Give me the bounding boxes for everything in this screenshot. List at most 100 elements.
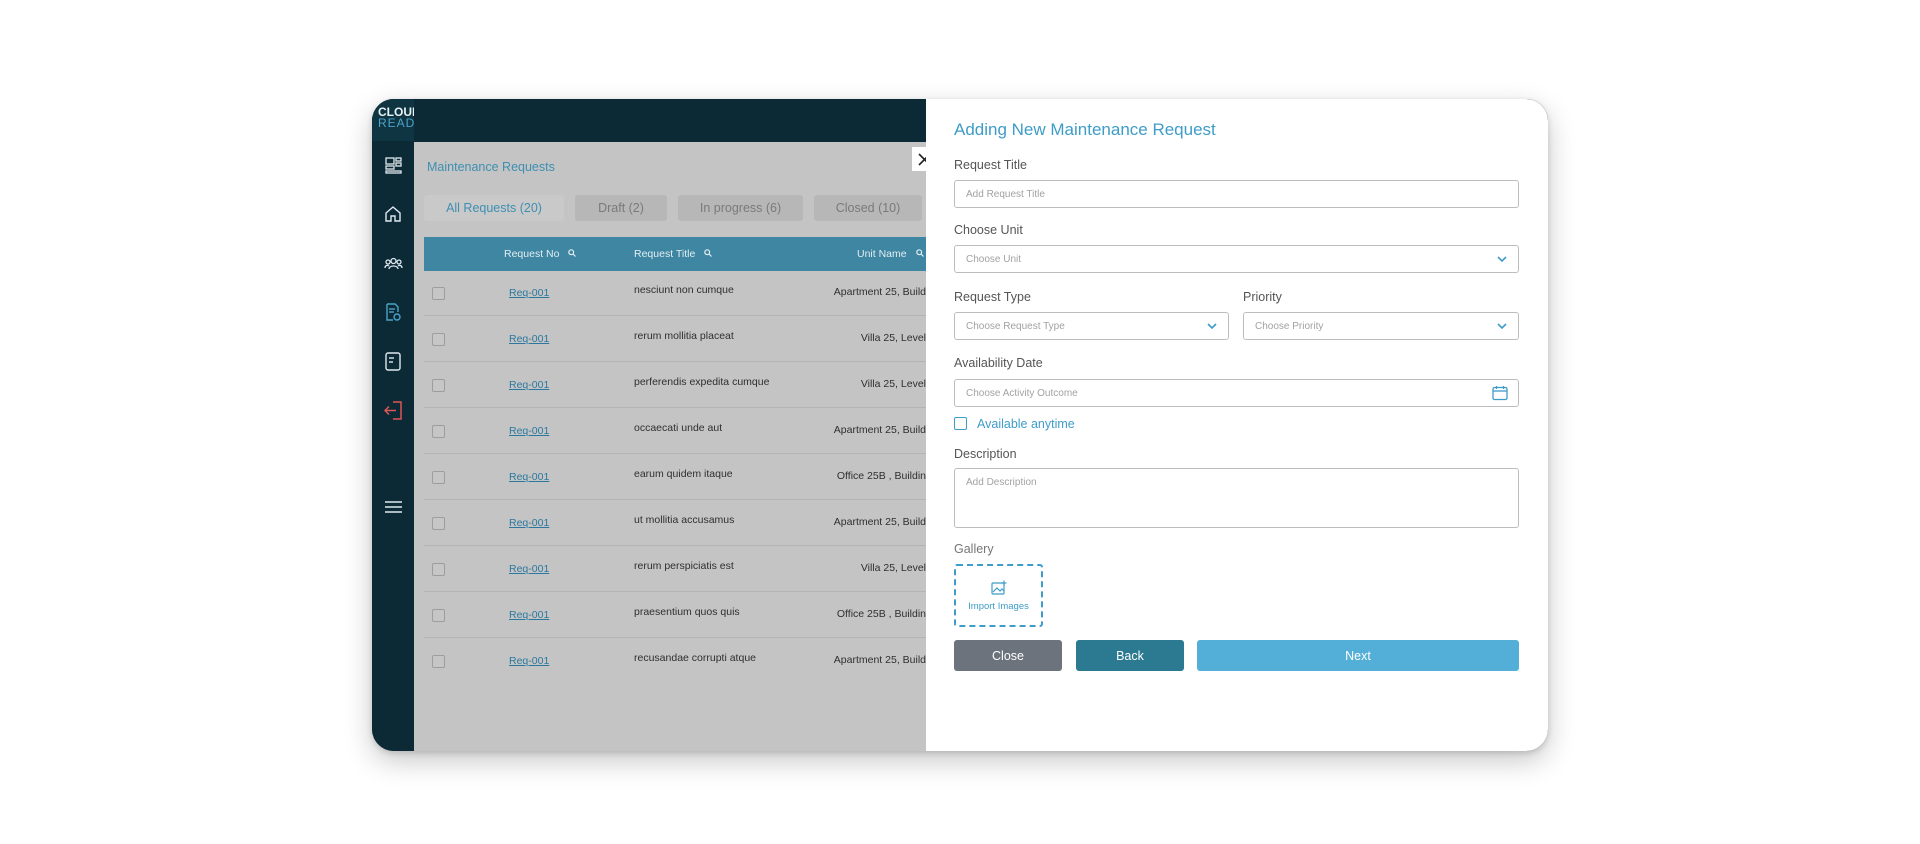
unit-name: Office 25B , Buildin [836,608,926,620]
tab-in-progress[interactable]: In progress (6) [678,195,803,221]
tab-closed[interactable]: Closed (10) [814,195,922,221]
request-title: ut mollitia accusamus [634,514,735,526]
table-row[interactable]: Req-001 rerum mollitia placeat Villa 25, L… [424,317,926,362]
request-title: rerum perspiciatis est [634,560,734,572]
table-row[interactable]: Req-001 earum quidem itaque Office 25B , B… [424,455,926,500]
available-anytime-label[interactable]: Available anytime [977,417,1075,431]
column-label: Request Title [634,248,696,260]
search-icon[interactable] [704,249,713,257]
request-no-link[interactable]: Req-001 [509,333,549,345]
receipt-icon[interactable] [383,351,403,371]
column-header-unit-name[interactable]: Unit Name [857,248,924,260]
maintenance-doc-icon[interactable] [383,302,403,322]
table-header: Request No Request Title Unit Name [424,237,926,271]
chevron-down-icon [1497,323,1507,330]
request-no-link[interactable]: Req-001 [509,379,549,391]
request-title: nesciunt non cumque [634,284,734,296]
app-window: CLOUD READY Maintenance Requests All Req… [372,99,1548,751]
sidebar [372,99,414,751]
request-no-link[interactable]: Req-001 [509,425,549,437]
request-title: occaecati unde aut [634,422,723,434]
search-icon[interactable] [568,249,577,257]
gallery-label: Gallery [954,542,994,556]
breadcrumb[interactable]: Maintenance Requests [427,160,555,174]
request-title-label: Request Title [954,158,1027,172]
request-no-link[interactable]: Req-001 [509,609,549,621]
row-checkbox[interactable] [432,563,445,576]
available-anytime-checkbox[interactable] [954,417,967,430]
import-images-dropzone[interactable]: Import Images [954,564,1043,627]
row-checkbox[interactable] [432,425,445,438]
import-images-label: Import Images [968,600,1029,612]
priority-select[interactable]: Choose Priority [1243,312,1519,340]
row-checkbox[interactable] [432,517,445,530]
column-header-request-no[interactable]: Request No [504,248,577,260]
next-button[interactable]: Next [1197,640,1519,671]
request-type-placeholder: Choose Request Type [966,321,1065,332]
table-row[interactable]: Req-001 occaecati unde aut Apartment 25, B… [424,409,926,454]
request-no-link[interactable]: Req-001 [509,655,549,667]
request-type-select[interactable]: Choose Request Type [954,312,1229,340]
request-no-link[interactable]: Req-001 [509,471,549,483]
search-icon[interactable] [915,249,924,257]
table-row[interactable]: Req-001 perferendis expedita cumque Villa … [424,363,926,408]
table-row[interactable]: Req-001 praesentium quos quis Office 25B ,… [424,593,926,638]
priority-label: Priority [1243,290,1282,304]
request-title-placeholder: Add Request Title [966,189,1045,200]
request-title: perferendis expedita cumque [634,376,770,388]
row-checkbox[interactable] [432,609,445,622]
dashboard-icon[interactable] [383,155,403,175]
availability-date-label: Availability Date [954,356,1043,370]
unit-name: Apartment 25, Build [833,424,926,436]
new-request-panel: Adding New Maintenance Request Request T… [926,99,1548,751]
column-label: Unit Name [857,248,907,260]
request-no-link[interactable]: Req-001 [509,517,549,529]
request-title: rerum mollitia placeat [634,330,734,342]
availability-date-input[interactable]: Choose Activity Outcome [954,379,1519,407]
calendar-icon[interactable] [1492,385,1508,401]
request-no-link[interactable]: Req-001 [509,287,549,299]
home-icon[interactable] [383,204,403,224]
unit-name: Villa 25, Level [860,562,926,574]
unit-name: Apartment 25, Build [833,286,926,298]
request-title: earum quidem itaque [634,468,733,480]
table-row[interactable]: Req-001 nesciunt non cumque Apartment 25, … [424,271,926,316]
users-icon[interactable] [383,253,403,273]
availability-date-placeholder: Choose Activity Outcome [966,388,1078,399]
description-placeholder: Add Description [966,477,1037,488]
tab-all-requests[interactable]: All Requests (20) [424,195,564,221]
chevron-down-icon [1207,323,1217,330]
back-button[interactable]: Back [1076,640,1184,671]
column-header-request-title[interactable]: Request Title [634,248,713,260]
request-type-label: Request Type [954,290,1031,304]
table-row[interactable]: Req-001 rerum perspiciatis est Villa 25, L… [424,547,926,592]
description-textarea[interactable]: Add Description [954,468,1519,528]
row-checkbox[interactable] [432,655,445,668]
close-button[interactable]: Close [954,640,1062,671]
chevron-down-icon [1497,256,1507,263]
logout-icon[interactable] [383,400,403,420]
choose-unit-select[interactable]: Choose Unit [954,245,1519,273]
unit-name: Villa 25, Level [860,332,926,344]
request-title-input[interactable]: Add Request Title [954,180,1519,208]
table-row[interactable]: Req-001 recusandae corrupti atque Apartmen… [424,639,926,684]
row-checkbox[interactable] [432,287,445,300]
description-label: Description [954,447,1017,461]
table-row[interactable]: Req-001 ut mollitia accusamus Apartment 25… [424,501,926,546]
panel-title: Adding New Maintenance Request [954,120,1216,139]
menu-icon[interactable] [383,497,403,517]
request-title: recusandae corrupti atque [634,652,756,664]
row-checkbox[interactable] [432,379,445,392]
choose-unit-placeholder: Choose Unit [966,254,1022,265]
row-checkbox[interactable] [432,333,445,346]
row-checkbox[interactable] [432,471,445,484]
image-add-icon [990,580,1006,595]
unit-name: Office 25B , Buildin [836,470,926,482]
unit-name: Villa 25, Level [860,378,926,390]
request-no-link[interactable]: Req-001 [509,563,549,575]
tab-draft[interactable]: Draft (2) [575,195,667,221]
column-label: Request No [504,248,560,260]
unit-name: Apartment 25, Build [833,516,926,528]
priority-placeholder: Choose Priority [1255,321,1324,332]
requests-list-area: Maintenance Requests All Requests (20) D… [414,142,926,751]
